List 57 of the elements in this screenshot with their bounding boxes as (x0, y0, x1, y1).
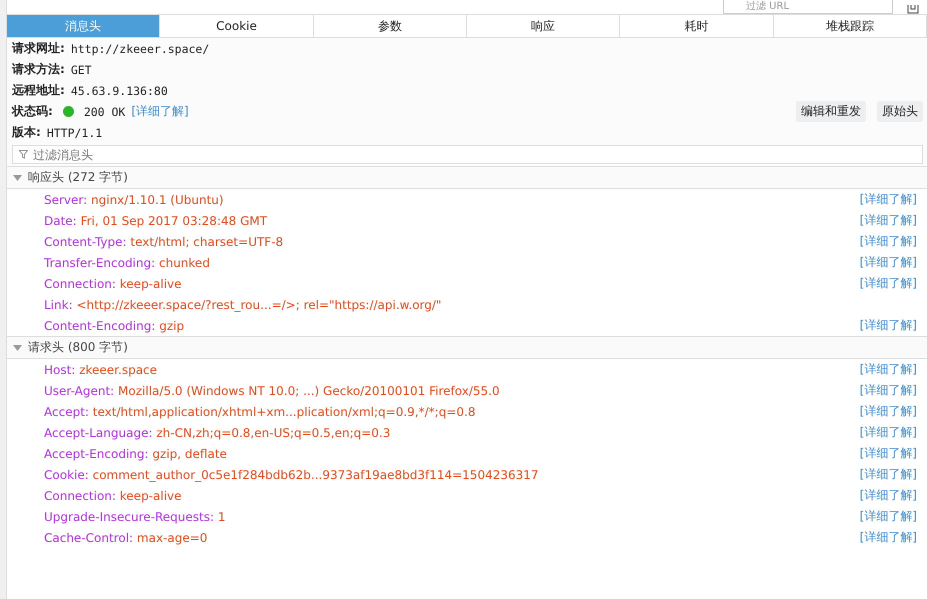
field-value: 200 OK (84, 104, 126, 118)
learn-more-link[interactable]: [详细了解] (860, 424, 917, 441)
header-entry: Connection: keep-alive (44, 488, 183, 502)
learn-more-link[interactable]: [详细了解] (860, 275, 917, 292)
field-value: HTTP/1.1 (46, 126, 102, 140)
learn-more-link[interactable]: [详细了解] (860, 212, 917, 229)
tab[interactable]: 参数 (314, 15, 467, 37)
header-entry: Host: zkeeer.space (44, 362, 158, 376)
field-label: 远程地址: (12, 82, 65, 99)
filter-icon (19, 150, 28, 159)
learn-more-link[interactable]: [详细了解] (860, 233, 917, 250)
expand-arrow-icon (13, 344, 22, 350)
field-label: 版本: (12, 124, 41, 141)
learn-more-link[interactable]: [详细了解] (860, 508, 917, 525)
section-header[interactable]: 响应头 (272 字节) (7, 166, 927, 189)
learn-more-link[interactable]: [详细了解] (860, 403, 917, 420)
action-button[interactable]: 原始头 (877, 101, 923, 122)
learn-more-link[interactable]: [详细了解] (131, 103, 189, 120)
tab[interactable]: 堆栈跟踪 (774, 15, 927, 37)
page-icon[interactable] (907, 5, 919, 14)
url-filter-field[interactable]: 过滤 URL (723, 0, 893, 14)
section-title: 响应头 (272 字节) (28, 169, 128, 186)
field-value: GET (70, 62, 92, 76)
header-entry: Accept-Encoding: gzip, deflate (44, 446, 228, 460)
tab[interactable]: 消息头 (7, 15, 160, 37)
learn-more-link[interactable]: [详细了解] (860, 254, 917, 271)
field-label: 请求网址: (12, 40, 65, 57)
expand-arrow-icon (13, 174, 22, 180)
header-entry: Transfer-Encoding: chunked (44, 256, 211, 270)
header-entry: Content-Type: text/html; charset=UTF-8 (44, 234, 284, 248)
learn-more-link[interactable]: [详细了解] (860, 445, 917, 462)
field-label: 状态码: (12, 103, 53, 120)
header-entry: Accept-Language: zh-CN,zh;q=0.8,en-US;q=0.5,en;q=0.3 (44, 426, 392, 440)
action-button[interactable]: 编辑和重发 (796, 101, 866, 122)
header-entry: Upgrade-Insecure-Requests: 1 (44, 510, 227, 524)
section-title: 请求头 (800 字节) (28, 339, 128, 356)
field-value: http://zkeeer.space/ (70, 42, 210, 56)
header-entry: Link: <http://zkeeer.space/?rest_rou...=/>; rel="https://api.w.org/" (44, 298, 442, 312)
header-entry: Date: Fri, 01 Sep 2017 03:28:48 GMT (44, 214, 268, 228)
header-entry: User-Agent: Mozilla/5.0 (Windows NT 10.0; ...) Gecko/20100101 Firefox/55.0 (44, 384, 501, 398)
learn-more-link[interactable]: [详细了解] (860, 361, 917, 378)
header-entry: Connection: keep-alive (44, 276, 183, 290)
section-header[interactable]: 请求头 (800 字节) (7, 336, 927, 359)
header-entry: Content-Encoding: gzip (44, 318, 186, 332)
learn-more-link[interactable]: [详细了解] (860, 191, 917, 208)
header-entry: Cookie: comment_author_0c5e1f284bdb62b...9373af19ae8bd3f114=1504236317 (44, 468, 540, 482)
field-label: 请求方法: (12, 61, 65, 78)
learn-more-link[interactable]: [详细了解] (860, 466, 917, 483)
learn-more-link[interactable]: [详细了解] (860, 382, 917, 399)
learn-more-link[interactable]: [详细了解] (860, 529, 917, 546)
field-value: 45.63.9.136:80 (70, 84, 168, 98)
header-entry: Server: nginx/1.10.1 (Ubuntu) (44, 192, 225, 206)
header-entry: Cache-Control: max-age=0 (44, 530, 208, 544)
learn-more-link[interactable]: [详细了解] (860, 487, 917, 504)
header-entry: Accept: text/html,application/xhtml+xm...plication/xml;q=0.9,*/*;q=0.8 (44, 404, 476, 418)
header-filter-field[interactable]: 过滤消息头 (12, 145, 923, 164)
learn-more-link[interactable]: [详细了解] (860, 317, 917, 334)
